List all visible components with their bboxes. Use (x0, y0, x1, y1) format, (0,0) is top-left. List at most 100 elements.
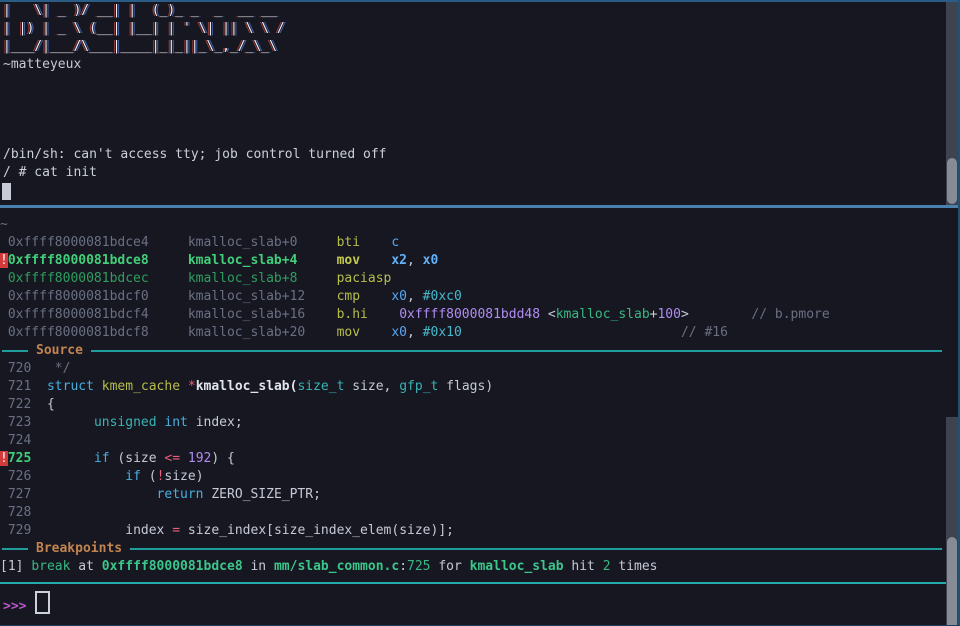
token: kmalloc_slab( (196, 379, 298, 394)
token: struct (47, 379, 94, 394)
token: 0xffff8000081bdce4 (8, 235, 188, 250)
divider-line (2, 350, 28, 352)
token: , (407, 289, 423, 304)
token (47, 469, 125, 484)
token: size, (344, 379, 399, 394)
token: flags) (438, 379, 493, 394)
line-number: 726 (8, 469, 47, 484)
token: // #16 (681, 325, 728, 340)
token: paciasp (337, 271, 392, 286)
token: kmalloc_slab (470, 559, 564, 574)
gdb-cursor (35, 591, 50, 614)
token: 0xffff8000081bdcf0 (8, 289, 188, 304)
token: gfp_t (399, 379, 438, 394)
terminal-row: 726 if (!size) (0, 468, 946, 486)
line-number: 725 (8, 451, 47, 466)
token: if (94, 451, 110, 466)
marker-space (0, 523, 8, 538)
window-top-border (0, 0, 960, 2)
marker-space (0, 469, 8, 484)
gdb-prompt-row[interactable]: >>> (3, 591, 50, 615)
terminal-window: | \| _ )/ __| | (_)_ _ _ __ __ | |) | _ … (0, 0, 960, 626)
token: if (125, 469, 141, 484)
line-number: 729 (8, 523, 47, 538)
token: > (681, 307, 689, 322)
top-scrollbar-thumb[interactable] (947, 158, 957, 204)
token: index; (188, 415, 243, 430)
token (47, 451, 94, 466)
token: 2 (603, 559, 611, 574)
token: kmem_cache (102, 379, 180, 394)
token: ) { (211, 451, 234, 466)
bottom-pane-scrollbar[interactable] (946, 417, 958, 626)
terminal-row: 0xffff8000081bdcf8 kmalloc_slab+20 mov x… (0, 324, 946, 342)
line-number: 723 (8, 415, 47, 430)
terminal-row: 727 return ZERO_SIZE_PTR; (0, 486, 946, 504)
section-header: Source (0, 342, 946, 360)
token: : (399, 559, 407, 574)
token: x2 (391, 253, 407, 268)
token: in (243, 559, 274, 574)
token: kmalloc_slab+16 (188, 307, 337, 322)
ascii-logo: | \| _ )/ __| | (_)_ _ _ __ __ | |) | _ … (3, 2, 285, 56)
token: int (164, 415, 187, 430)
marker-space (0, 379, 8, 394)
terminal-row: !0xffff8000081bdce8 kmalloc_slab+4 mov x… (0, 252, 946, 270)
token (180, 379, 188, 394)
token (462, 325, 681, 340)
token: < (548, 307, 556, 322)
token: [1] (0, 559, 23, 574)
qemu-console-pane: | \| _ )/ __| | (_)_ _ _ __ __ | |) | _ … (0, 0, 960, 205)
gdb-prompt: >>> (3, 599, 26, 614)
token (47, 523, 125, 538)
marker-space (0, 271, 8, 286)
dashboard-end-divider (0, 582, 946, 584)
terminal-row: 0xffff8000081bdcec kmalloc_slab+8 pacias… (0, 270, 946, 288)
token: mov (337, 253, 392, 268)
token: cmp (337, 289, 392, 304)
marker-space (0, 307, 8, 322)
token: break (31, 559, 70, 574)
terminal-row: 0xffff8000081bdcf4 kmalloc_slab+16 b.hi … (0, 306, 946, 324)
line-number: 720 (8, 361, 47, 376)
breakpoint-marker: ! (0, 451, 8, 466)
pane-separator[interactable] (0, 205, 960, 208)
top-pane-scrollbar[interactable] (946, 2, 958, 205)
token: ~ (0, 217, 8, 232)
author-handle: ~matteyeux (3, 56, 81, 74)
token: mm/slab_common.c (274, 559, 399, 574)
token: mov (337, 325, 392, 340)
line-number: 722 (8, 397, 47, 412)
token: kmalloc_slab+8 (188, 271, 337, 286)
token: index (125, 523, 172, 538)
gdb-output: ~ 0xffff8000081bdce4 kmalloc_slab+0 bti … (0, 216, 946, 576)
token: x0 (391, 289, 407, 304)
token: x0 (423, 253, 439, 268)
token: size) (164, 469, 203, 484)
token: ZERO_SIZE_PTR; (204, 487, 321, 502)
token: c (391, 235, 399, 250)
breakpoint-marker: ! (0, 253, 8, 268)
terminal-row: 0xffff8000081bdcf0 kmalloc_slab+12 cmp x… (0, 288, 946, 306)
token (47, 487, 157, 502)
token: for (431, 559, 470, 574)
marker-space (0, 289, 8, 304)
divider-line (130, 548, 942, 550)
terminal-row: 723 unsigned int index; (0, 414, 946, 432)
bottom-scrollbar-thumb[interactable] (947, 537, 957, 626)
token: , (407, 325, 423, 340)
token (540, 307, 548, 322)
section-label: Breakpoints (36, 540, 122, 558)
token: 192 (188, 451, 211, 466)
section-label: Source (36, 342, 83, 360)
marker-space (0, 487, 8, 502)
terminal-row: 728 (0, 504, 946, 522)
marker-space (0, 505, 8, 520)
terminal-row: 724 (0, 432, 946, 450)
marker-space (0, 361, 8, 376)
marker-space (0, 397, 8, 412)
token: kmalloc_slab+4 (188, 253, 337, 268)
token (689, 307, 752, 322)
token: x0 (391, 325, 407, 340)
token: bti (337, 235, 392, 250)
